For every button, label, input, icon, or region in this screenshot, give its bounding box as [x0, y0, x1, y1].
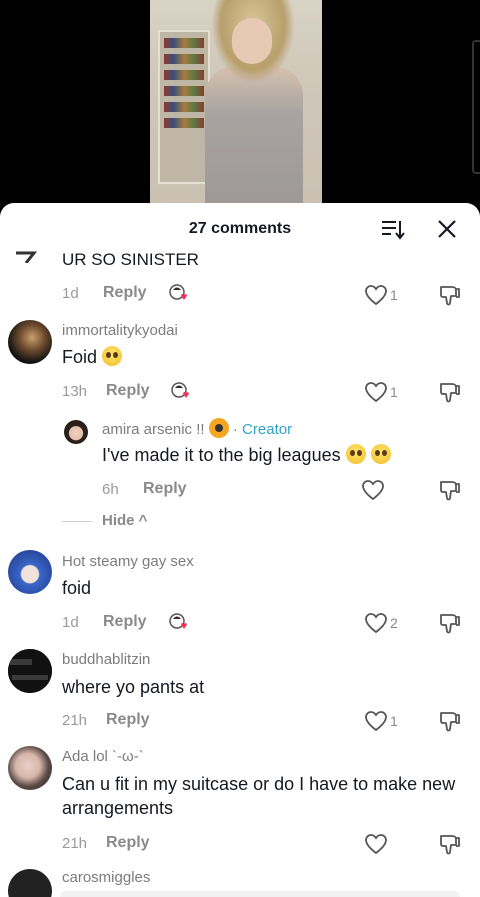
- heart-icon[interactable]: [364, 612, 388, 634]
- like-count: 1: [390, 384, 398, 400]
- comment-username[interactable]: immortalitykyodai: [62, 322, 178, 339]
- reply-button[interactable]: Reply: [103, 284, 147, 302]
- close-icon[interactable]: [435, 217, 459, 241]
- avatar-partial-icon: [16, 251, 38, 263]
- like-count: 1: [390, 287, 398, 303]
- reply-button[interactable]: Reply: [106, 382, 150, 400]
- avatar[interactable]: [8, 320, 52, 364]
- heart-icon[interactable]: [364, 833, 388, 855]
- avatar[interactable]: [8, 649, 52, 693]
- heart-icon[interactable]: [361, 479, 385, 501]
- reply-button[interactable]: Reply: [106, 834, 150, 852]
- dislike-icon[interactable]: [438, 832, 462, 856]
- creator-avatar[interactable]: [64, 420, 88, 444]
- comment-username[interactable]: buddhablitzin: [62, 651, 150, 668]
- pleading-face-emoji-icon: [345, 444, 366, 464]
- comments-header: 27 comments: [0, 203, 480, 253]
- comment-username[interactable]: carosmiggles: [62, 869, 150, 886]
- radioactive-emoji-icon: [208, 418, 229, 438]
- comment-time: 21h: [62, 835, 88, 852]
- heart-icon[interactable]: [364, 710, 388, 732]
- comment-text-content: Foid: [62, 347, 98, 367]
- comment-time: 21h: [62, 712, 88, 729]
- comment-text: where yo pants at: [62, 677, 205, 697]
- dislike-icon[interactable]: [438, 478, 462, 502]
- creator-liked-icon: [171, 382, 189, 398]
- avatar[interactable]: [8, 746, 52, 790]
- creator-username[interactable]: amira arsenic !!: [102, 421, 205, 438]
- comments-count-title: 27 comments: [188, 220, 292, 237]
- dislike-icon[interactable]: [438, 709, 462, 733]
- comment-time: 13h: [62, 383, 88, 400]
- dislike-icon[interactable]: [438, 380, 462, 404]
- reply-username: amira arsenic !! · Creator: [102, 418, 292, 438]
- sort-icon[interactable]: [380, 217, 406, 243]
- reply-button[interactable]: Reply: [106, 711, 150, 729]
- like-count: 2: [390, 615, 398, 631]
- reply-time: 6h: [102, 481, 119, 498]
- creator-liked-icon: [169, 284, 187, 300]
- comment-username[interactable]: Ada lol `-ω-`: [62, 748, 144, 765]
- video-person-body: [205, 66, 303, 215]
- avatar[interactable]: [8, 550, 52, 594]
- reply-button[interactable]: Reply: [103, 613, 147, 631]
- like-count: 1: [390, 713, 398, 729]
- heart-icon[interactable]: [364, 381, 388, 403]
- side-handle[interactable]: [472, 40, 480, 174]
- comment-time: 1d: [62, 614, 79, 631]
- dislike-icon[interactable]: [438, 611, 462, 635]
- comment-text: Can u fit in my suitcase or do I have to…: [62, 774, 456, 818]
- hide-replies-button[interactable]: Hide ^: [102, 512, 147, 529]
- heart-icon[interactable]: [364, 284, 388, 306]
- comment-time: 1d: [62, 285, 79, 302]
- comment-text: UR SO SINISTER: [62, 250, 199, 269]
- creator-label: · Creator: [232, 421, 293, 438]
- avatar-meme-image: [8, 649, 52, 693]
- reply-text-content: I've made it to the big leagues: [102, 445, 341, 465]
- rolling-eyes-emoji-icon: [102, 346, 123, 366]
- hide-divider: [62, 521, 92, 522]
- creator-liked-icon: [169, 613, 187, 629]
- comment-username[interactable]: Hot steamy gay sex: [62, 553, 194, 570]
- bookshelf: [158, 30, 210, 184]
- avatar[interactable]: [8, 869, 52, 897]
- comments-sheet: 27 comments UR SO SINISTER 1d Reply 1 im…: [0, 203, 480, 897]
- video-frame: [150, 0, 322, 215]
- reply-text: I've made it to the big leagues: [102, 443, 391, 467]
- dislike-icon[interactable]: [438, 283, 462, 307]
- add-comment-bar[interactable]: [60, 891, 460, 897]
- comment-text: foid: [62, 578, 92, 598]
- reply-button[interactable]: Reply: [143, 480, 187, 498]
- comment-text: Foid: [62, 345, 123, 369]
- video-person-face: [232, 18, 272, 64]
- pleading-face-emoji-icon: [370, 444, 391, 464]
